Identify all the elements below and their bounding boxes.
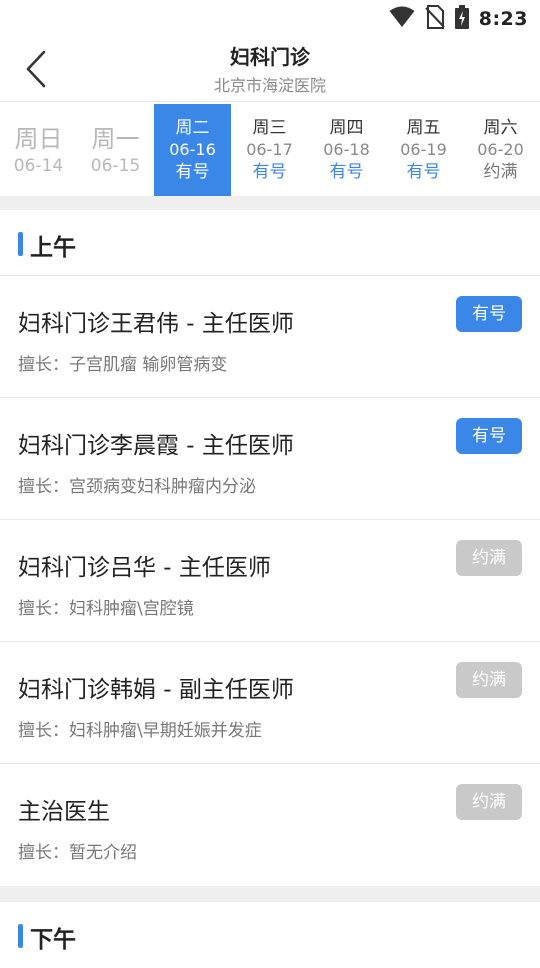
date-cell-0614[interactable]: 周日 06-14 (0, 104, 77, 196)
availability-badge: 约满 (456, 662, 522, 698)
morning-section-header: 上午 (0, 210, 540, 276)
wifi-icon (389, 6, 415, 32)
doctor-specialty: 擅长：妇科肿瘤\早期妊娠并发症 (18, 721, 262, 741)
status-icons: 8:23 (389, 5, 528, 33)
section-divider (0, 886, 540, 902)
no-sim-icon (425, 5, 445, 33)
doctor-specialty: 擅长：子宫肌瘤 输卵管病变 (18, 355, 228, 375)
page-title: 妇科门诊 (230, 45, 310, 69)
date-weekday: 周二 (175, 118, 210, 138)
section-label: 上午 (30, 235, 76, 261)
date-weekday: 周四 (329, 118, 364, 138)
doctor-name: 妇科门诊李晨霞 - 主任医师 (18, 433, 294, 459)
section-accent-bar (18, 232, 23, 256)
date-weekday: 周五 (406, 118, 441, 138)
doctor-specialty: 擅长：暂无介绍 (18, 843, 137, 863)
date-weekday: 周一 (91, 125, 140, 153)
status-time: 8:23 (478, 8, 528, 30)
doctor-name: 主治医生 (18, 799, 110, 825)
date-date: 06-17 (246, 140, 293, 159)
date-cell-0620[interactable]: 周六 06-20 约满 (462, 104, 539, 196)
date-date: 06-14 (13, 156, 64, 176)
date-cell-0615[interactable]: 周一 06-15 (77, 104, 154, 196)
doctor-name: 妇科门诊吕华 - 主任医师 (18, 555, 271, 581)
availability-badge[interactable]: 有号 (456, 296, 522, 332)
date-weekday: 周六 (483, 118, 518, 138)
date-cell-0618[interactable]: 周四 06-18 有号 (308, 104, 385, 196)
header: 妇科门诊 北京市海淀医院 (0, 36, 540, 102)
date-availability: 有号 (406, 162, 441, 182)
date-availability: 有号 (329, 162, 364, 182)
date-date: 06-15 (90, 156, 141, 176)
doctor-item[interactable]: 妇科门诊王君伟 - 主任医师 擅长：子宫肌瘤 输卵管病变 有号 (0, 276, 540, 398)
date-availability: 有号 (252, 162, 287, 182)
doctor-name: 妇科门诊王君伟 - 主任医师 (18, 311, 294, 337)
date-date: 06-19 (400, 140, 447, 159)
battery-icon (454, 5, 469, 33)
date-selector: 周日 06-14 周一 06-15 周二 06-16 有号 周三 06-17 有… (0, 102, 540, 196)
hospital-name: 北京市海淀医院 (213, 76, 326, 95)
section-label: 下午 (30, 927, 76, 953)
doctor-item[interactable]: 妇科门诊李晨霞 - 主任医师 擅长：宫颈病变妇科肿瘤内分泌 有号 (0, 398, 540, 520)
section-accent-bar (18, 924, 23, 948)
afternoon-section-header: 下午 (0, 902, 540, 968)
date-cell-0616[interactable]: 周二 06-16 有号 (154, 104, 231, 196)
doctor-specialty: 擅长：宫颈病变妇科肿瘤内分泌 (18, 477, 256, 497)
date-cell-0617[interactable]: 周三 06-17 有号 (231, 104, 308, 196)
doctor-item[interactable]: 妇科门诊韩娟 - 副主任医师 擅长：妇科肿瘤\早期妊娠并发症 约满 (0, 642, 540, 764)
availability-badge: 约满 (456, 540, 522, 576)
date-availability: 有号 (175, 162, 210, 182)
doctor-specialty: 擅长：妇科肿瘤\宫腔镜 (18, 599, 194, 619)
date-date: 06-16 (169, 140, 216, 159)
date-date: 06-18 (323, 140, 370, 159)
date-weekday: 周日 (14, 125, 63, 153)
date-availability: 约满 (483, 162, 518, 182)
status-bar: 8:23 (0, 0, 540, 36)
doctor-item[interactable]: 主治医生 擅长：暂无介绍 约满 (0, 764, 540, 886)
availability-badge[interactable]: 有号 (456, 418, 522, 454)
doctor-item[interactable]: 妇科门诊吕华 - 主任医师 擅长：妇科肿瘤\宫腔镜 约满 (0, 520, 540, 642)
doctor-name: 妇科门诊韩娟 - 副主任医师 (18, 677, 294, 703)
date-cell-0619[interactable]: 周五 06-19 有号 (385, 104, 462, 196)
date-date: 06-20 (477, 140, 524, 159)
availability-badge: 约满 (456, 784, 522, 820)
section-divider (0, 196, 540, 210)
date-weekday: 周三 (252, 118, 287, 138)
